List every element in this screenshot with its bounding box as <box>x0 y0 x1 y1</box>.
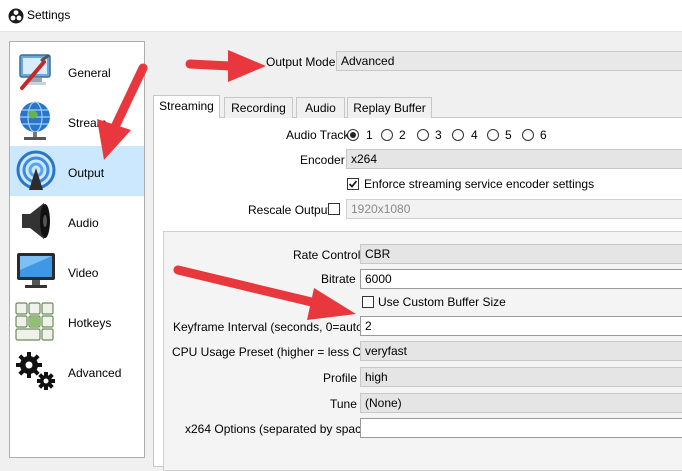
arrow-to-output-item <box>97 63 148 160</box>
arrow-to-keyframe <box>173 265 356 320</box>
arrow-to-output-mode <box>185 50 266 82</box>
annotation-arrows <box>97 50 356 320</box>
